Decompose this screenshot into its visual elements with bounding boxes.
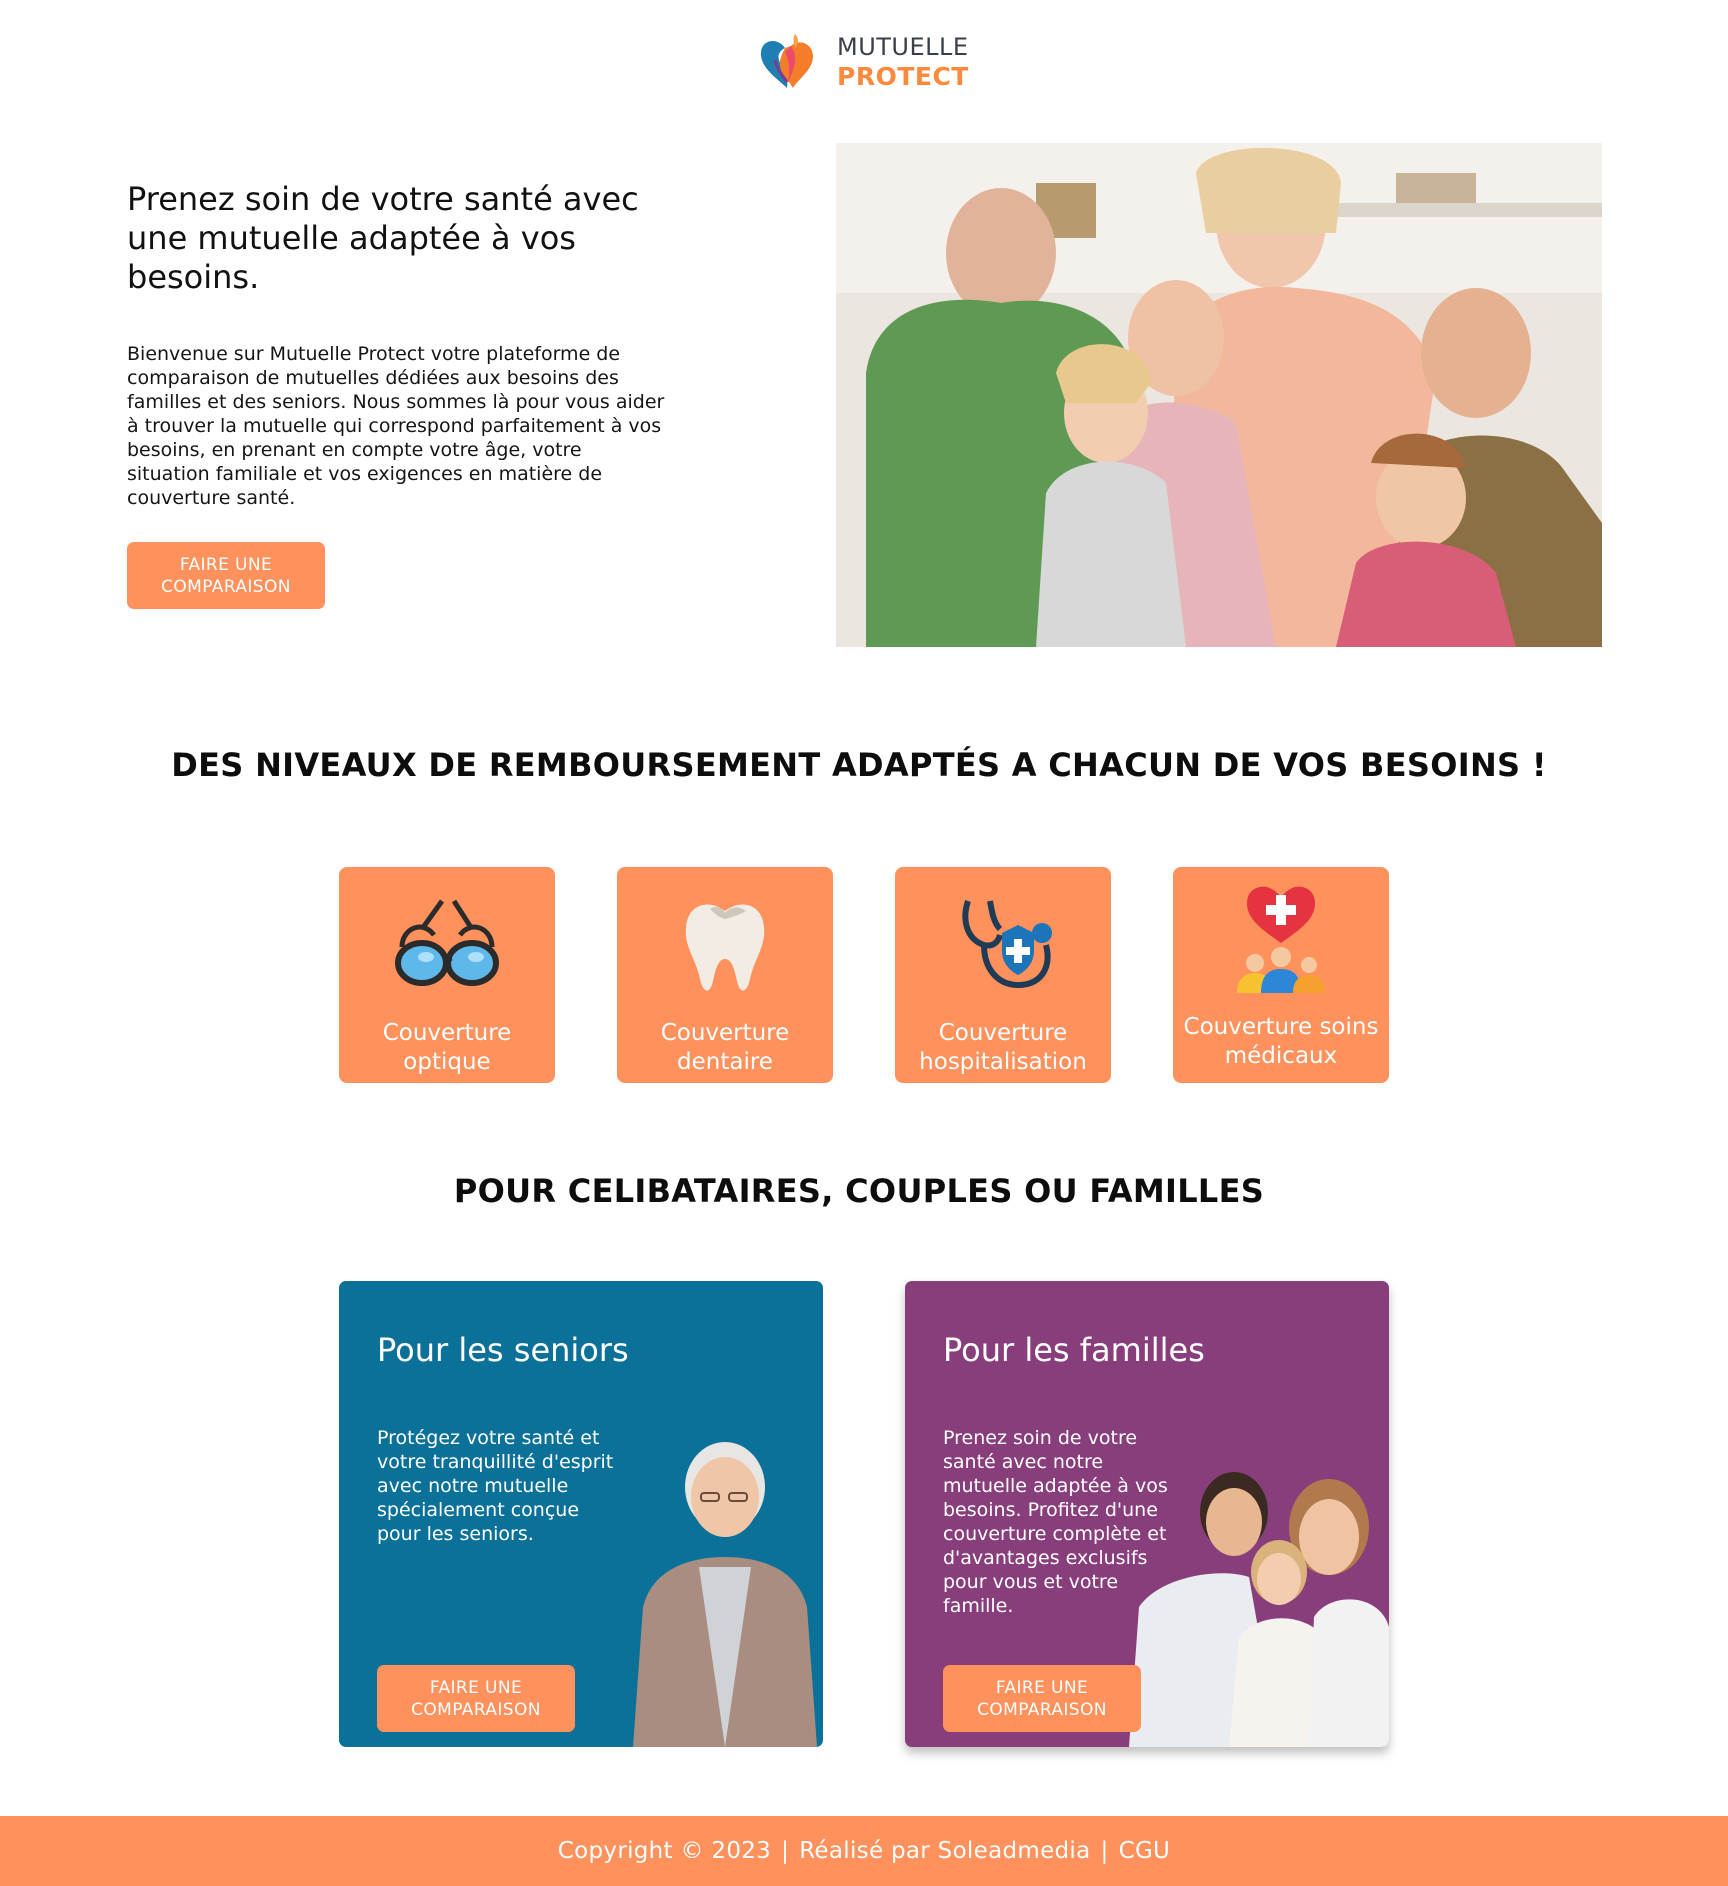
familles-card-title: Pour les familles xyxy=(943,1331,1205,1369)
coverage-card-soins-medicaux[interactable]: Couverture soins médicaux xyxy=(1173,867,1389,1083)
coverage-card-hospitalisation[interactable]: Couverture hospitalisation xyxy=(895,867,1111,1083)
familles-compare-button[interactable]: FAIRE UNE COMPARAISON xyxy=(943,1665,1141,1732)
site-logo[interactable]: MUTUELLE PROTECT xyxy=(755,30,969,94)
family-heart-icon xyxy=(1173,881,1389,993)
familles-card: Pour les familles Prenez soin de votre s… xyxy=(905,1281,1389,1747)
coverage-section-title: DES NIVEAUX DE REMBOURSEMENT ADAPTÉS A C… xyxy=(171,746,1547,784)
hero-family-photo xyxy=(836,143,1602,647)
seniors-card: Pour les seniors Protégez votre santé et… xyxy=(339,1281,823,1747)
tooth-icon xyxy=(617,889,833,999)
coverage-card-label: Couverture hospitalisation xyxy=(919,1020,1087,1075)
family-photo-illustration xyxy=(836,143,1602,647)
coverage-card-label: Couverture optique xyxy=(382,1020,512,1075)
stethoscope-shield-icon xyxy=(895,889,1111,999)
seniors-card-text: Protégez votre santé et votre tranquilli… xyxy=(377,1427,614,1545)
logo-line-2: PROTECT xyxy=(837,62,969,91)
footer-credit-link[interactable]: Réalisé par Soleadmedia xyxy=(799,1838,1090,1864)
footer-cgu-link[interactable]: CGU xyxy=(1119,1838,1171,1864)
site-header: MUTUELLE PROTECT xyxy=(0,30,1728,100)
senior-woman-photo xyxy=(633,1442,817,1747)
footer-separator: | xyxy=(1100,1838,1109,1864)
seniors-compare-button[interactable]: FAIRE UNE COMPARAISON xyxy=(377,1665,575,1732)
heart-logo-icon xyxy=(760,34,813,88)
logo-line-1: MUTUELLE xyxy=(837,33,969,61)
seniors-card-title: Pour les seniors xyxy=(377,1331,629,1369)
glasses-icon xyxy=(339,889,555,999)
family-photo xyxy=(1129,1472,1389,1747)
footer-separator: | xyxy=(781,1838,790,1864)
logo-text: MUTUELLE PROTECT xyxy=(837,33,969,91)
coverage-cards: Couverture optique Couverture dentaire C… xyxy=(339,867,1389,1083)
coverage-card-label: Couverture soins médicaux xyxy=(1183,1014,1379,1069)
coverage-card-label: Couverture dentaire xyxy=(660,1020,790,1075)
footer-copyright: Copyright © 2023 xyxy=(557,1838,772,1864)
hero-compare-button[interactable]: FAIRE UNE COMPARAISON xyxy=(127,542,325,609)
hero-title: Prenez soin de votre santé avec une mutu… xyxy=(127,180,639,296)
site-footer: Copyright © 2023 | Réalisé par Soleadmed… xyxy=(0,1816,1728,1886)
audience-section-title: POUR CELIBATAIRES, COUPLES OU FAMILLES xyxy=(453,1172,1265,1210)
hero-text: Bienvenue sur Mutuelle Protect votre pla… xyxy=(127,343,665,509)
coverage-card-dentaire[interactable]: Couverture dentaire xyxy=(617,867,833,1083)
coverage-card-optique[interactable]: Couverture optique xyxy=(339,867,555,1083)
